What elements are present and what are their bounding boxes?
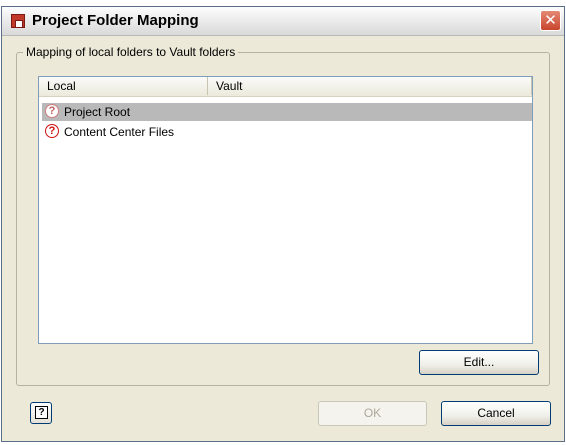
list-item-project-root[interactable]: ? Project Root — [42, 103, 532, 121]
column-header-vault[interactable]: Vault — [208, 77, 532, 95]
list-header: Local Vault — [39, 77, 532, 97]
list-item-label: Project Root — [64, 105, 131, 119]
edit-button[interactable]: Edit... — [419, 350, 539, 375]
help-icon: ? — [35, 406, 48, 419]
title-bar[interactable]: Project Folder Mapping ✕ — [2, 7, 564, 36]
cancel-button[interactable]: Cancel — [441, 401, 551, 426]
question-mark-icon: ? — [45, 124, 59, 138]
question-mark-icon: ? — [45, 104, 59, 118]
list-item-label: Content Center Files — [64, 125, 175, 139]
help-button[interactable]: ? — [30, 402, 52, 424]
app-icon — [11, 14, 25, 28]
folder-mapping-list[interactable]: Local Vault ? Project Root ? Content Cen… — [38, 76, 533, 344]
groupbox-label: Mapping of local folders to Vault folder… — [23, 45, 239, 59]
ok-button[interactable]: OK — [318, 401, 427, 426]
dialog-title: Project Folder Mapping — [32, 12, 199, 29]
close-button[interactable]: ✕ — [540, 10, 561, 31]
column-header-local[interactable]: Local — [39, 77, 208, 95]
list-item-content-center-files[interactable]: ? Content Center Files — [42, 123, 532, 141]
